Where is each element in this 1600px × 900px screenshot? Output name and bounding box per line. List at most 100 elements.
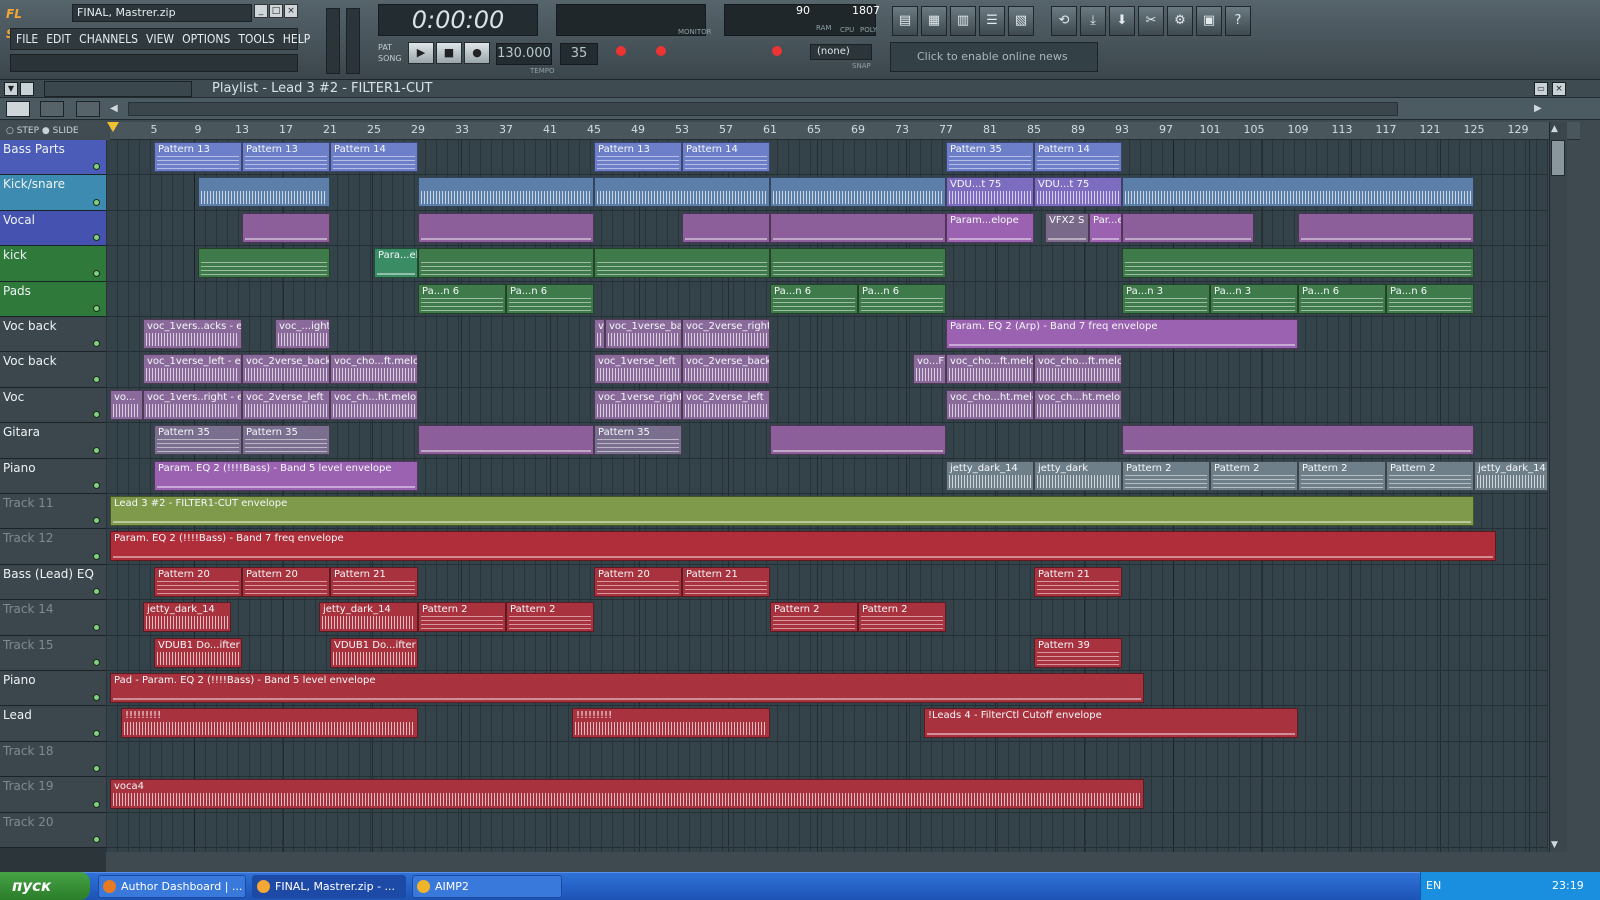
playlist-clip[interactable]: voc_...ight bbox=[275, 319, 330, 349]
scroll-down-icon[interactable]: ▼ bbox=[1551, 840, 1558, 850]
playlist-clip[interactable]: voc_2verse_backs bbox=[242, 354, 330, 384]
playlist-clip[interactable]: Pa...n 6 bbox=[1298, 284, 1386, 314]
clock[interactable]: 23:19 bbox=[1552, 879, 1584, 892]
playlist-clip[interactable]: Pattern 21 bbox=[682, 567, 770, 597]
menu-help[interactable]: HELP bbox=[279, 29, 314, 49]
playlist-clip[interactable]: Pa...n 6 bbox=[506, 284, 594, 314]
playlist-clip[interactable]: !Leads 4 - FilterCtl Cutoff envelope bbox=[924, 708, 1298, 738]
playlist-clip[interactable]: jetty_dark_14 bbox=[319, 602, 418, 632]
playlist-clip[interactable] bbox=[198, 177, 330, 207]
track-mute-led[interactable] bbox=[93, 411, 100, 418]
playlist-clip[interactable]: Pattern 35 bbox=[154, 425, 242, 455]
playlist-clip[interactable]: VDU...t 75 bbox=[1034, 177, 1122, 207]
playlist-clip[interactable]: voc_2verse_left bbox=[682, 390, 770, 420]
track-header[interactable]: Voc back bbox=[0, 317, 106, 352]
playlist-clip[interactable]: voc_1verse_left bbox=[594, 354, 682, 384]
playlist-clip[interactable]: voc_cho...ft.melo bbox=[330, 354, 418, 384]
playlist-clip[interactable]: Lead 3 #2 - FILTER1-CUT envelope bbox=[110, 496, 1474, 526]
playlist-clip[interactable]: VDU...t 75 bbox=[946, 177, 1034, 207]
playlist-clip[interactable]: Pattern 35 bbox=[242, 425, 330, 455]
track-mute-led[interactable] bbox=[93, 199, 100, 206]
playlist-clip[interactable] bbox=[1122, 248, 1474, 278]
export-icon[interactable]: ⬇ bbox=[1109, 6, 1135, 36]
playlist-clip[interactable] bbox=[770, 425, 946, 455]
playlist-clip[interactable]: voc_2verse_backs bbox=[682, 354, 770, 384]
track-mute-led[interactable] bbox=[93, 376, 100, 383]
playlist-clip[interactable]: voc_1vers..acks - e bbox=[143, 319, 242, 349]
task-fl-studio[interactable]: FINAL, Mastrer.zip - ... bbox=[252, 875, 406, 898]
menu-file[interactable]: FILE bbox=[12, 29, 42, 49]
record-button[interactable]: ● bbox=[464, 42, 490, 64]
playlist-clip[interactable] bbox=[418, 213, 594, 243]
playlist-clip[interactable]: Para...elope bbox=[374, 248, 418, 278]
playlist-clip[interactable]: voc_2verse_right bbox=[682, 319, 770, 349]
track-mute-led[interactable] bbox=[93, 659, 100, 666]
playlist-clip[interactable] bbox=[1122, 425, 1474, 455]
pattern-display[interactable]: 35 bbox=[560, 43, 598, 65]
playlist-clip[interactable]: Pattern 13 bbox=[154, 142, 242, 172]
step-sequencer-icon[interactable]: ▦ bbox=[921, 6, 947, 36]
track-header[interactable]: Track 14 bbox=[0, 600, 106, 635]
playlist-clip[interactable]: Pattern 21 bbox=[330, 567, 418, 597]
undo-icon[interactable]: ⟲ bbox=[1051, 6, 1077, 36]
track-mute-led[interactable] bbox=[93, 340, 100, 347]
playlist-clip[interactable]: jetty_dark bbox=[1034, 461, 1122, 491]
automation-mode-icon[interactable] bbox=[40, 101, 64, 117]
playlist-clip[interactable]: Pattern 2 bbox=[858, 602, 946, 632]
time-display[interactable]: 0:00:00 bbox=[378, 4, 538, 36]
recording-options[interactable] bbox=[612, 42, 802, 76]
snap-select[interactable]: (none) bbox=[810, 44, 872, 60]
playlist-clip[interactable] bbox=[770, 248, 946, 278]
playlist-clip[interactable] bbox=[770, 177, 946, 207]
playlist-clip[interactable]: Pattern 2 bbox=[418, 602, 506, 632]
playlist-menu-icon[interactable]: ▼ bbox=[4, 82, 18, 96]
playlist-clip[interactable]: Pa...n 3 bbox=[1122, 284, 1210, 314]
playlist-clip[interactable]: voc_cho...ft.melo bbox=[946, 354, 1034, 384]
playlist-clip[interactable]: Pattern 14 bbox=[1034, 142, 1122, 172]
playlist-clip[interactable]: !!!!!!!!! bbox=[121, 708, 418, 738]
help-icon[interactable]: ? bbox=[1225, 6, 1251, 36]
scroll-right-icon[interactable]: ▶ bbox=[1534, 102, 1548, 116]
track-header[interactable]: Track 11 bbox=[0, 494, 106, 529]
track-header[interactable]: Piano bbox=[0, 671, 106, 706]
magnet-icon[interactable] bbox=[20, 82, 34, 96]
track-mute-led[interactable] bbox=[93, 624, 100, 631]
playlist-clip[interactable]: Pattern 14 bbox=[682, 142, 770, 172]
playlist-clip[interactable]: VFX2 S bbox=[1045, 213, 1089, 243]
cut-icon[interactable]: ✂ bbox=[1138, 6, 1164, 36]
scroll-up-icon[interactable]: ▲ bbox=[1551, 124, 1558, 134]
playlist-clip[interactable]: Pa...n 6 bbox=[858, 284, 946, 314]
track-header[interactable]: Vocal bbox=[0, 211, 106, 246]
playlist-clip[interactable]: Pattern 35 bbox=[946, 142, 1034, 172]
menu-view[interactable]: VIEW bbox=[142, 29, 178, 49]
playlist-clip[interactable]: Pattern 21 bbox=[1034, 567, 1122, 597]
track-header[interactable]: kick bbox=[0, 246, 106, 281]
playlist-clip[interactable]: Param...elope bbox=[946, 213, 1034, 243]
timeline-ruler[interactable]: 5913172125293337414549535761656973778185… bbox=[110, 122, 1580, 140]
stop-button[interactable]: ■ bbox=[436, 42, 462, 64]
playlist-icon[interactable]: ▤ bbox=[892, 6, 918, 36]
track-header[interactable]: Track 12 bbox=[0, 529, 106, 564]
playlist-clip[interactable]: Pad - Param. EQ 2 (!!!!Bass) - Band 5 le… bbox=[110, 673, 1144, 703]
menu-channels[interactable]: CHANNELS bbox=[75, 29, 142, 49]
step-slide-toggle[interactable]: ○ STEP ● SLIDE bbox=[0, 122, 108, 140]
tools-icon[interactable]: ⚙ bbox=[1167, 6, 1193, 36]
playlist-clip[interactable]: Pattern 14 bbox=[330, 142, 418, 172]
playlist-clip[interactable]: Pa...n 6 bbox=[1386, 284, 1474, 314]
audio-mode-icon[interactable] bbox=[76, 101, 100, 117]
browser-icon[interactable]: ☰ bbox=[979, 6, 1005, 36]
record-toggle-icon[interactable] bbox=[616, 46, 626, 56]
track-header[interactable]: Pads bbox=[0, 282, 106, 317]
playlist-clip[interactable] bbox=[594, 248, 770, 278]
playlist-clip[interactable]: vo... bbox=[110, 390, 143, 420]
playlist-clip[interactable] bbox=[418, 425, 594, 455]
tempo-display[interactable]: 130.000 bbox=[496, 43, 552, 65]
track-mute-led[interactable] bbox=[93, 588, 100, 595]
track-mute-led[interactable] bbox=[93, 163, 100, 170]
tray-icons[interactable] bbox=[1448, 879, 1528, 893]
playlist-clip[interactable]: vo... bbox=[594, 319, 605, 349]
playlist-clip[interactable]: voc_2verse_left bbox=[242, 390, 330, 420]
playlist-clip[interactable] bbox=[1122, 177, 1474, 207]
playlist-clip[interactable]: Pa...n 3 bbox=[1210, 284, 1298, 314]
track-mute-led[interactable] bbox=[93, 553, 100, 560]
